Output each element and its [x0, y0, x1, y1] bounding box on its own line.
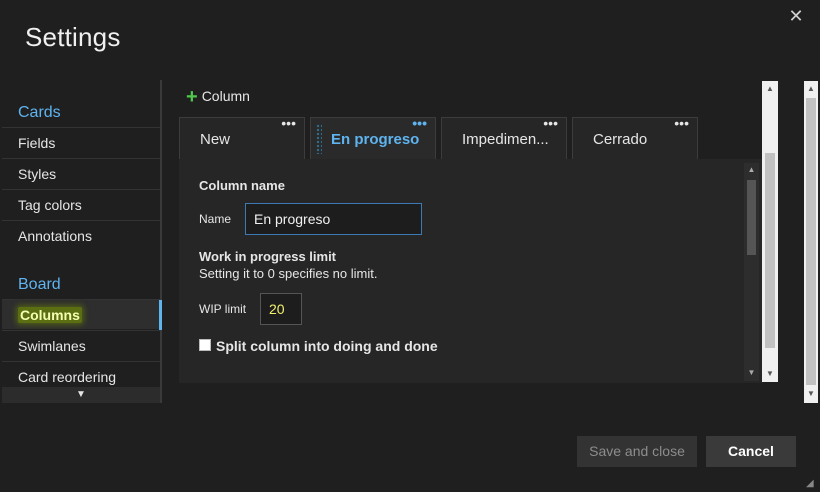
drag-handle-icon[interactable]	[316, 124, 322, 154]
cancel-button[interactable]: Cancel	[706, 436, 796, 467]
tab-label: New	[200, 131, 231, 148]
dialog-scroll-thumb[interactable]	[806, 98, 816, 385]
add-column-button[interactable]: + Column	[186, 86, 250, 109]
scroll-up-icon[interactable]: ▲	[762, 84, 778, 93]
plus-icon: +	[186, 86, 198, 108]
tab-cerrado[interactable]: Cerrado •••	[572, 115, 698, 159]
nav-item-fields[interactable]: Fields	[2, 127, 160, 157]
split-column-label[interactable]: Split column into doing and done	[216, 338, 438, 354]
nav-scroll-down-button[interactable]: ▼	[2, 387, 160, 403]
nav-item-label: Styles	[18, 166, 57, 182]
content-scroll-thumb[interactable]	[765, 153, 775, 348]
split-column-checkbox[interactable]	[199, 339, 211, 351]
wip-heading: Work in progress limit	[199, 249, 337, 264]
wip-limit-input[interactable]	[260, 293, 302, 325]
scroll-up-icon[interactable]: ▲	[804, 84, 818, 93]
wip-limit-label: WIP limit	[199, 302, 247, 316]
save-and-close-button[interactable]: Save and close	[577, 436, 697, 467]
more-icon[interactable]: •••	[412, 101, 427, 145]
more-icon[interactable]: •••	[543, 101, 558, 145]
add-column-label: Column	[201, 88, 250, 104]
scroll-up-icon[interactable]: ▲	[744, 165, 759, 174]
more-icon[interactable]: •••	[281, 101, 296, 145]
name-label: Name	[199, 212, 232, 226]
wip-description: Setting it to 0 specifies no limit.	[199, 266, 378, 281]
tab-label: Cerrado	[593, 131, 648, 148]
panel-scrollbar[interactable]: ▲ ▼	[744, 163, 759, 381]
tab-en-progreso[interactable]: En progreso •••	[310, 115, 436, 159]
content-scrollbar[interactable]: ▲ ▼	[762, 81, 778, 382]
dialog-scrollbar[interactable]: ▲ ▼	[804, 81, 818, 403]
nav-item-tag-colors[interactable]: Tag colors	[2, 189, 160, 219]
nav-item-styles[interactable]: Styles	[2, 158, 160, 188]
resize-grip-icon[interactable]: ◢	[806, 478, 818, 490]
more-icon[interactable]: •••	[674, 101, 689, 145]
nav-item-label: Columns	[18, 307, 82, 323]
nav-item-label: Annotations	[18, 228, 92, 244]
column-name-input[interactable]	[245, 203, 422, 235]
nav-selection-indicator	[159, 300, 162, 330]
column-name-heading: Column name	[199, 178, 285, 193]
nav-item-label: Fields	[18, 135, 56, 151]
nav-item-label: Tag colors	[18, 197, 82, 213]
tab-label: Impedimen...	[462, 131, 549, 148]
tab-new[interactable]: New •••	[179, 115, 305, 159]
tab-label: En progreso	[331, 131, 420, 148]
settings-dialog: Settings ✕ Cards Fields Styles Tag color…	[0, 0, 820, 492]
scroll-down-icon[interactable]: ▼	[804, 389, 818, 398]
scroll-down-icon[interactable]: ▼	[744, 368, 759, 377]
dialog-title: Settings	[25, 22, 121, 52]
nav-item-columns[interactable]: Columns	[2, 299, 160, 329]
nav-item-label: Swimlanes	[18, 338, 86, 354]
close-icon[interactable]: ✕	[786, 6, 806, 26]
panel-scroll-thumb[interactable]	[747, 180, 756, 255]
scroll-down-icon[interactable]: ▼	[762, 369, 778, 378]
nav-item-label: Card reordering	[18, 369, 117, 385]
nav-item-swimlanes[interactable]: Swimlanes	[2, 330, 160, 360]
nav-item-annotations[interactable]: Annotations	[2, 220, 160, 250]
nav-header-cards: Cards	[18, 104, 61, 121]
tab-impedimentos[interactable]: Impedimen... •••	[441, 115, 567, 159]
settings-nav: Cards Fields Styles Tag colors Annotatio…	[2, 84, 163, 403]
nav-header-board: Board	[18, 276, 61, 293]
